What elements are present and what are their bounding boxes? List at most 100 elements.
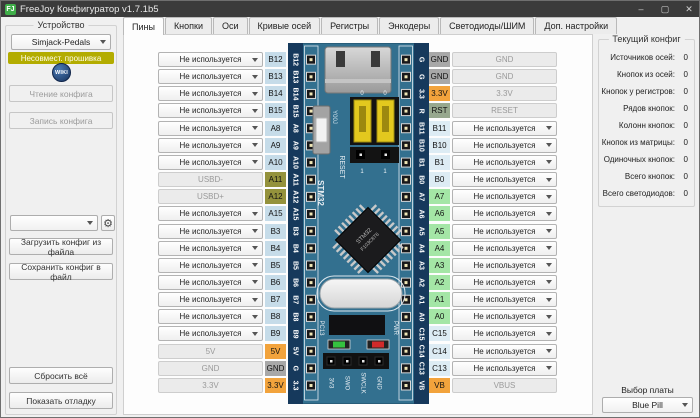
- pin-name-label: 3.3V: [265, 378, 286, 393]
- read-config-button[interactable]: Чтение конфига: [9, 85, 113, 102]
- pin-row: C13Не используется: [429, 361, 557, 376]
- pin-function-select[interactable]: Не используется: [158, 121, 263, 136]
- pin-function-select[interactable]: Не используется: [158, 309, 263, 324]
- pin-function-select[interactable]: Не используется: [158, 326, 263, 341]
- svg-text:B7: B7: [292, 295, 299, 304]
- pin-function-select[interactable]: Не используется: [452, 189, 557, 204]
- pin-name-label: B5: [265, 258, 286, 273]
- preset-select[interactable]: [10, 215, 98, 231]
- svg-text:A15: A15: [292, 208, 299, 221]
- pin-function-select[interactable]: Не используется: [158, 292, 263, 307]
- reset-silk-label: RESET: [338, 155, 345, 179]
- pin-name-label: A6: [429, 206, 450, 221]
- chevron-down-icon: [252, 212, 258, 216]
- pin-function-select[interactable]: Не используется: [452, 361, 557, 376]
- svg-text:G: G: [418, 57, 425, 63]
- usb-connector: [325, 47, 391, 93]
- pin-function-select[interactable]: Не используется: [158, 52, 263, 67]
- svg-text:B0: B0: [418, 175, 425, 184]
- svg-text:B10: B10: [418, 139, 425, 152]
- pin-function-select[interactable]: Не используется: [158, 224, 263, 239]
- maximize-button[interactable]: ▢: [653, 1, 677, 17]
- pin-row: A2Не используется: [429, 275, 557, 290]
- pin-function-select[interactable]: Не используется: [158, 103, 263, 118]
- reset-button[interactable]: [313, 106, 330, 154]
- pin-function-select[interactable]: Не используется: [158, 138, 263, 153]
- stat-label: Одиночных кнопок:: [604, 155, 675, 164]
- pin-row: C14Не используется: [429, 344, 557, 359]
- wiki-globe-icon[interactable]: WIKI: [52, 63, 71, 82]
- save-config-button[interactable]: Сохранить конфиг в файл: [9, 263, 113, 280]
- load-config-button[interactable]: Загрузить конфиг из файла: [9, 238, 113, 255]
- pin-row: A1Не используется: [429, 292, 557, 307]
- stat-row: Кнопок из осей:0: [617, 69, 688, 79]
- tab-доп-настройки[interactable]: Доп. настройки: [535, 17, 617, 34]
- stat-row: Одиночных кнопок: 0: [604, 154, 688, 164]
- close-button[interactable]: ✕: [677, 1, 700, 17]
- svg-text:B4: B4: [292, 244, 299, 253]
- pin-row: A7Не используется: [429, 189, 557, 204]
- pin-function-select[interactable]: Не используется: [452, 138, 557, 153]
- stat-value: 0: [682, 138, 688, 147]
- stat-label: Источников осей:: [610, 53, 675, 62]
- pin-function-select[interactable]: Не используется: [158, 69, 263, 84]
- svg-text:A12: A12: [292, 190, 299, 203]
- tab-кривые-осей[interactable]: Кривые осей: [249, 17, 321, 34]
- tab-оси[interactable]: Оси: [213, 17, 248, 34]
- pin-function-select[interactable]: Не используется: [452, 326, 557, 341]
- pin-function-select[interactable]: Не используется: [158, 241, 263, 256]
- pin-name-label: B6: [265, 275, 286, 290]
- boot-jumpers[interactable]: [350, 97, 399, 163]
- pin-function-select[interactable]: Не используется: [452, 258, 557, 273]
- pin-function-static: 5V: [158, 344, 263, 359]
- pin-function-select[interactable]: Не используется: [452, 224, 557, 239]
- pin-function-select[interactable]: Не используется: [452, 121, 557, 136]
- pin-function-select[interactable]: Не используется: [158, 275, 263, 290]
- chevron-down-icon: [252, 332, 258, 336]
- show-debug-button[interactable]: Показать отладку: [9, 392, 113, 409]
- pin-function-select[interactable]: Не используется: [158, 86, 263, 101]
- pin-name-label: A1: [429, 292, 450, 307]
- write-config-button[interactable]: Запись конфига: [9, 112, 113, 129]
- pin-function-select[interactable]: Не используется: [452, 172, 557, 187]
- pin-function-static: GND: [452, 69, 557, 84]
- pin-row: GNDGND: [429, 69, 557, 84]
- pin-row: USBD+A12: [158, 189, 286, 204]
- svg-text:B6: B6: [292, 278, 299, 287]
- pin-function-select[interactable]: Не используется: [158, 155, 263, 170]
- pin-name-label: B7: [265, 292, 286, 307]
- svg-text:A6: A6: [418, 210, 425, 219]
- svg-text:B11: B11: [418, 122, 425, 135]
- minimize-button[interactable]: –: [629, 1, 653, 17]
- pin-function-select[interactable]: Не используется: [452, 309, 557, 324]
- tab-светодиоды-шим[interactable]: Светодиоды/ШИМ: [440, 17, 534, 34]
- pin-row: Не используетсяB8: [158, 309, 286, 324]
- tab-регистры[interactable]: Регистры: [321, 17, 378, 34]
- tab-энкодеры[interactable]: Энкодеры: [379, 17, 439, 34]
- pin-function-select[interactable]: Не используется: [158, 258, 263, 273]
- pin-function-select[interactable]: Не используется: [452, 241, 557, 256]
- pin-row: VBVBUS: [429, 378, 557, 393]
- board-select[interactable]: Blue Pill: [602, 397, 693, 413]
- stat-row: Кнопок из матрицы:0: [602, 137, 688, 147]
- stat-value: 0: [682, 155, 688, 164]
- pin-function-select[interactable]: Не используется: [452, 344, 557, 359]
- tab-пины[interactable]: Пины: [123, 17, 164, 35]
- gear-icon[interactable]: ⚙: [101, 215, 115, 231]
- device-select[interactable]: Simjack-Pedals: [11, 34, 111, 50]
- pin-function-select[interactable]: Не используется: [452, 275, 557, 290]
- reset-all-button[interactable]: Сбросить всё: [9, 367, 113, 384]
- tab-кнопки[interactable]: Кнопки: [165, 17, 212, 34]
- pin-function-select[interactable]: Не используется: [158, 206, 263, 221]
- stat-label: Рядов кнопок:: [623, 104, 675, 113]
- svg-text:B1: B1: [418, 158, 425, 167]
- stat-row: Кнопок у регистров:0: [601, 86, 688, 96]
- pin-function-select[interactable]: Не используется: [452, 206, 557, 221]
- pin-function-select[interactable]: Не используется: [452, 292, 557, 307]
- pin-name-label: A7: [429, 189, 450, 204]
- svg-text:SWO: SWO: [343, 376, 349, 391]
- pin-row: A3Не используется: [429, 258, 557, 273]
- pin-name-label: B11: [429, 121, 450, 136]
- pin-function-select[interactable]: Не используется: [452, 155, 557, 170]
- svg-text:SWCLK: SWCLK: [359, 372, 365, 393]
